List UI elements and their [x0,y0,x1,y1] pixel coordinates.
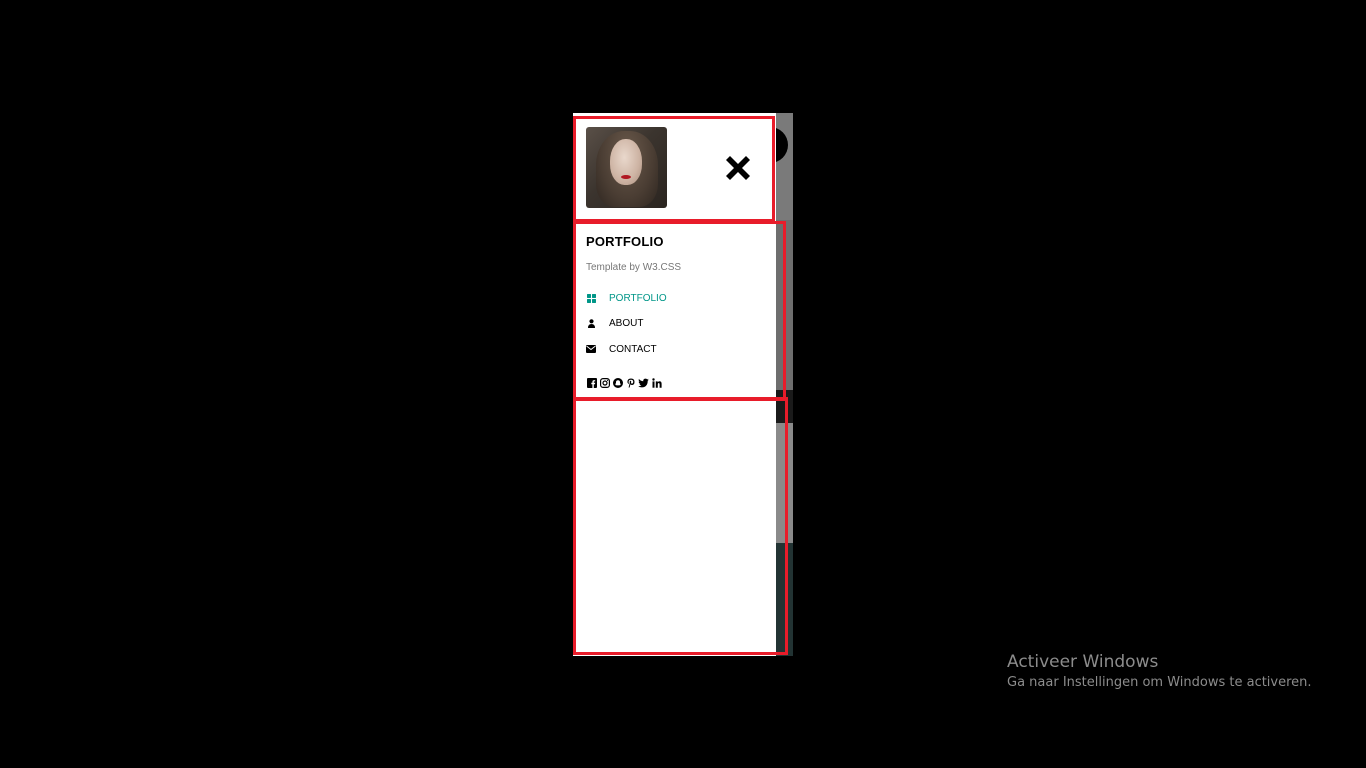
grid-icon [586,293,596,303]
linkedin-icon[interactable] [651,377,662,388]
avatar-lips [621,175,631,179]
sidebar-menu: PORTFOLIO Template by W3.CSS PORTFOLIO A… [573,113,776,656]
twitter-icon[interactable] [638,377,649,388]
nav-item-label: CONTACT [609,343,657,355]
watermark-title: Activeer Windows [1007,652,1159,672]
user-icon [586,318,596,328]
close-icon [726,156,750,180]
watermark-subtitle: Ga naar Instellingen om Windows te activ… [1007,675,1312,690]
nav-item-label: PORTFOLIO [609,292,667,304]
mobile-viewport: PORTFOLIO Template by W3.CSS PORTFOLIO A… [573,113,793,656]
pinterest-icon[interactable] [625,377,636,388]
envelope-icon [586,344,596,354]
nav-item-portfolio[interactable]: PORTFOLIO [586,289,667,307]
close-button[interactable] [721,151,755,185]
nav-item-label: ABOUT [609,317,644,329]
nav-item-about[interactable]: ABOUT [586,314,643,332]
social-links [586,377,662,388]
sidebar-subtitle: Template by W3.CSS [586,262,682,273]
instagram-icon[interactable] [599,377,610,388]
profile-avatar [586,127,667,208]
windows-activation-watermark: Activeer Windows Ga naar Instellingen om… [1007,651,1312,690]
sidebar-title: PORTFOLIO [586,234,664,249]
nav-item-contact[interactable]: CONTACT [586,340,657,358]
snapchat-icon[interactable] [612,377,623,388]
facebook-icon[interactable] [586,377,597,388]
